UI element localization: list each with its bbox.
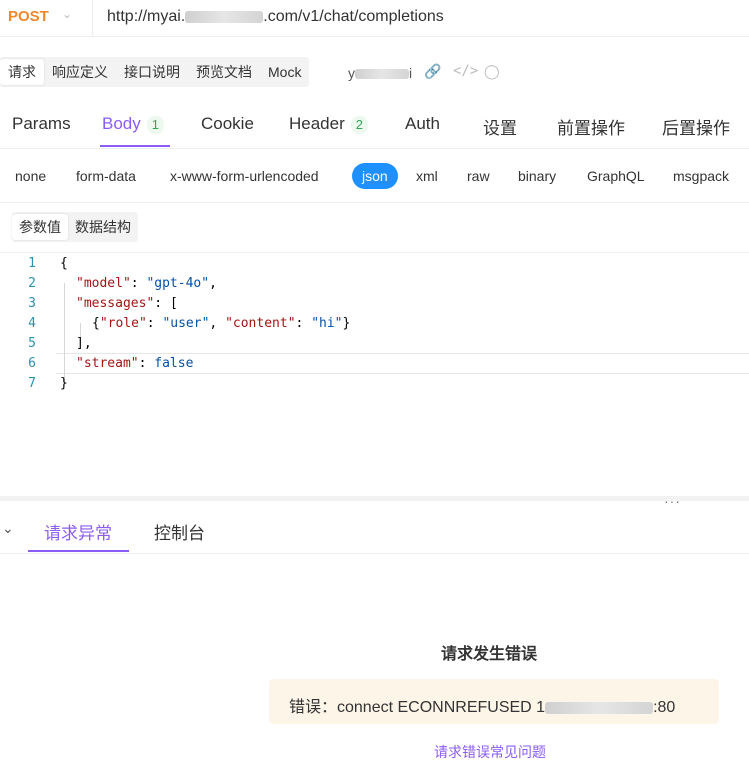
redacted-text bbox=[355, 69, 409, 80]
body-type-binary[interactable]: binary bbox=[518, 168, 556, 184]
line-number: 4 bbox=[28, 316, 36, 331]
url-input[interactable]: http://myai. .com/v1/chat/completions bbox=[107, 8, 444, 26]
code-line: ], bbox=[76, 336, 92, 351]
line-number: 6 bbox=[28, 356, 36, 371]
url-suffix: .com/v1/chat/completions bbox=[263, 8, 444, 25]
active-tab-indicator bbox=[100, 145, 170, 147]
pane-splitter[interactable] bbox=[0, 496, 749, 501]
body-type-msgpack[interactable]: msgpack bbox=[673, 168, 729, 184]
tab-pre-operations[interactable]: 前置操作 bbox=[557, 114, 625, 139]
body-type-json[interactable]: json bbox=[352, 163, 398, 189]
code-icon[interactable]: </> bbox=[453, 63, 478, 79]
line-number: 7 bbox=[28, 376, 36, 391]
code-line: "model": "gpt-4o", bbox=[76, 276, 217, 291]
param-tabs: Params Body 1 Cookie Header 2 Auth 设置 前置操作… bbox=[0, 100, 749, 149]
tab-cookie[interactable]: Cookie bbox=[201, 114, 254, 134]
url-prefix: http://myai. bbox=[107, 8, 186, 25]
value-tabs: 参数值 数据结构 bbox=[12, 212, 138, 242]
tab-response-definition[interactable]: 响应定义 bbox=[44, 59, 116, 85]
line-number: 5 bbox=[28, 336, 36, 351]
error-message: 错误：connect ECONNREFUSED 1:80 bbox=[289, 699, 676, 716]
method-select[interactable]: POST bbox=[8, 8, 49, 25]
tab-preview-doc[interactable]: 预览文档 bbox=[188, 59, 260, 85]
tab-header[interactable]: Header 2 bbox=[289, 114, 368, 134]
body-type-raw[interactable]: raw bbox=[467, 168, 490, 184]
body-type-tabs: none form-data x-www-form-urlencoded jso… bbox=[0, 160, 749, 203]
tab-api-description[interactable]: 接口说明 bbox=[116, 59, 188, 85]
tab-params[interactable]: Params bbox=[12, 114, 71, 134]
body-type-none[interactable]: none bbox=[15, 168, 46, 184]
tab-param-values[interactable]: 参数值 bbox=[12, 214, 68, 240]
code-line: "stream": false bbox=[76, 356, 194, 371]
count-badge: 1 bbox=[146, 116, 164, 134]
indent-guide bbox=[64, 283, 65, 383]
share-icon[interactable]: ◯ bbox=[484, 63, 500, 80]
json-editor[interactable]: 1 2 3 4 5 6 7 { "model": "gpt-4o", "mess… bbox=[0, 252, 749, 489]
tab-console[interactable]: 控制台 bbox=[154, 519, 205, 544]
tab-request-error[interactable]: 请求异常 bbox=[44, 519, 112, 544]
body-type-urlencoded[interactable]: x-www-form-urlencoded bbox=[170, 168, 319, 184]
chevron-down-icon[interactable]: ⌄ bbox=[2, 520, 14, 537]
api-name[interactable]: yi bbox=[348, 65, 412, 81]
redacted-text bbox=[185, 10, 264, 23]
code-line: } bbox=[60, 376, 68, 391]
divider bbox=[92, 0, 93, 36]
tab-mock[interactable]: Mock bbox=[260, 59, 309, 85]
tab-data-structure[interactable]: 数据结构 bbox=[68, 214, 138, 240]
tab-body[interactable]: Body 1 bbox=[102, 114, 164, 134]
url-bar: POST ⌄ http://myai. .com/v1/chat/completi… bbox=[0, 0, 749, 37]
error-title: 请求发生错误 bbox=[441, 646, 538, 663]
body-type-graphql[interactable]: GraphQL bbox=[587, 168, 645, 184]
code-line: {"role": "user", "content": "hi"} bbox=[92, 316, 351, 331]
redacted-text bbox=[545, 701, 654, 714]
error-message-box: 错误：connect ECONNREFUSED 1:80 bbox=[269, 679, 719, 724]
error-faq-link[interactable]: 请求错误常见问题 bbox=[434, 742, 546, 762]
active-tab-indicator bbox=[28, 550, 129, 552]
tab-request[interactable]: 请求 bbox=[0, 59, 44, 85]
link-icon[interactable]: 🔗 bbox=[424, 63, 441, 80]
code-line: "messages": [ bbox=[76, 296, 178, 311]
response-tabs: ⌄ 请求异常 控制台 bbox=[0, 505, 749, 554]
chevron-down-icon[interactable]: ⌄ bbox=[62, 7, 72, 21]
line-number: 2 bbox=[28, 276, 36, 291]
line-number: 1 bbox=[28, 256, 36, 271]
body-type-xml[interactable]: xml bbox=[416, 168, 438, 184]
count-badge: 2 bbox=[350, 116, 368, 134]
code-line: { bbox=[60, 256, 68, 271]
tab-settings[interactable]: 设置 bbox=[483, 114, 517, 139]
doc-tabs: 请求 响应定义 接口说明 预览文档 Mock bbox=[0, 57, 310, 87]
tab-auth[interactable]: Auth bbox=[405, 114, 440, 134]
tab-post-operations[interactable]: 后置操作 bbox=[662, 114, 730, 139]
body-type-form-data[interactable]: form-data bbox=[76, 168, 136, 184]
line-number: 3 bbox=[28, 296, 36, 311]
